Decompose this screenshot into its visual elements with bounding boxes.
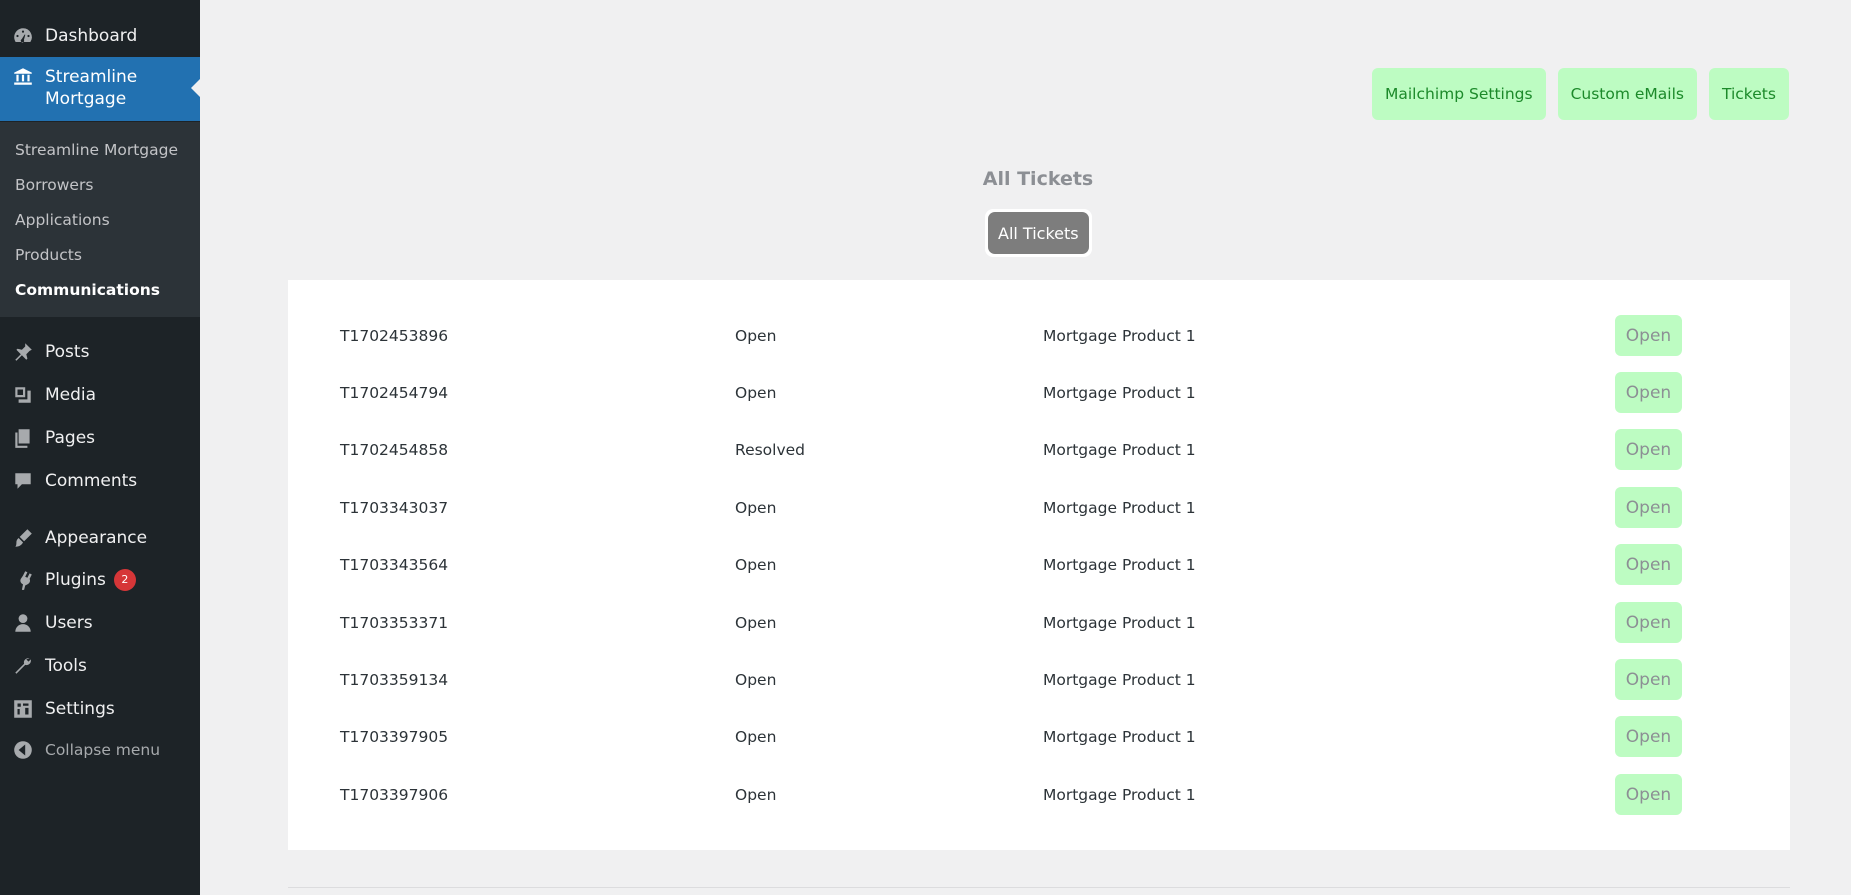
comment-icon — [0, 470, 45, 492]
mailchimp-settings-button[interactable]: Mailchimp Settings — [1372, 68, 1546, 120]
ticket-id: T1703343037 — [340, 498, 449, 517]
ticket-product: Mortgage Product 1 — [1043, 498, 1196, 517]
custom-emails-button[interactable]: Custom eMails — [1557, 68, 1697, 120]
submenu-item-applications[interactable]: Applications — [0, 202, 200, 237]
settings-icon — [0, 698, 45, 720]
table-row: T1703397905 Open Mortgage Product 1 Open — [288, 708, 1790, 765]
ticket-status: Open — [735, 326, 777, 345]
section-divider — [288, 887, 1790, 888]
open-ticket-button[interactable]: Open — [1615, 487, 1682, 528]
current-menu-pointer — [191, 79, 200, 97]
page-title: All Tickets — [982, 168, 1094, 190]
ticket-product: Mortgage Product 1 — [1043, 383, 1196, 402]
pages-icon — [0, 427, 45, 449]
open-ticket-button[interactable]: Open — [1615, 659, 1682, 700]
ticket-id: T1702454858 — [340, 440, 449, 459]
submenu-item-products[interactable]: Products — [0, 237, 200, 272]
media-icon — [0, 384, 45, 406]
bank-icon — [0, 66, 45, 88]
ticket-product: Mortgage Product 1 — [1043, 555, 1196, 574]
table-row: T1703353371 Open Mortgage Product 1 Open — [288, 594, 1790, 651]
ticket-id: T1702454794 — [340, 383, 449, 402]
ticket-id: T1703397906 — [340, 785, 449, 804]
dashboard-icon — [0, 25, 45, 47]
menu-label-dashboard: Dashboard — [45, 26, 138, 46]
ticket-product: Mortgage Product 1 — [1043, 785, 1196, 804]
table-row: T1703397906 Open Mortgage Product 1 Open — [288, 766, 1790, 823]
ticket-filter-group: All Tickets — [985, 209, 1092, 257]
menu-label-comments: Comments — [45, 471, 138, 491]
menu-label-pages: Pages — [45, 428, 96, 448]
plugins-update-badge: 2 — [113, 569, 136, 591]
menu-label-collapse: Collapse menu — [45, 741, 161, 759]
ticket-product: Mortgage Product 1 — [1043, 727, 1196, 746]
table-row: T1703359134 Open Mortgage Product 1 Open — [288, 651, 1790, 708]
menu-item-users[interactable]: Users — [0, 603, 200, 643]
open-ticket-button[interactable]: Open — [1615, 315, 1682, 356]
menu-label-settings: Settings — [45, 699, 115, 719]
wrench-icon — [0, 655, 45, 677]
open-ticket-button[interactable]: Open — [1615, 544, 1682, 585]
menu-item-settings[interactable]: Settings — [0, 689, 200, 729]
menu-item-dashboard[interactable]: Dashboard — [0, 16, 200, 56]
open-ticket-button[interactable]: Open — [1615, 716, 1682, 757]
collapse-arrow-icon — [0, 739, 45, 761]
table-row: T1703343564 Open Mortgage Product 1 Open — [288, 536, 1790, 593]
menu-label-tools: Tools — [45, 656, 87, 676]
open-ticket-button[interactable]: Open — [1615, 429, 1682, 470]
ticket-id: T1702453896 — [340, 326, 449, 345]
paintbrush-icon — [0, 527, 45, 549]
menu-item-comments[interactable]: Comments — [0, 461, 200, 501]
ticket-status: Open — [735, 383, 777, 402]
tickets-table: T1702453896 Open Mortgage Product 1 Open… — [288, 280, 1790, 850]
ticket-product: Mortgage Product 1 — [1043, 440, 1196, 459]
menu-label-users: Users — [45, 613, 93, 633]
plugin-icon — [0, 569, 45, 591]
ticket-product: Mortgage Product 1 — [1043, 326, 1196, 345]
user-icon — [0, 612, 45, 634]
table-row: T1702454794 Open Mortgage Product 1 Open — [288, 364, 1790, 421]
admin-sidebar: Dashboard Streamline Mortgage Streamline… — [0, 0, 200, 895]
pushpin-icon — [0, 341, 45, 363]
menu-label-media: Media — [45, 385, 97, 405]
top-action-buttons: Mailchimp Settings Custom eMails Tickets — [1372, 68, 1789, 120]
submenu-item-borrowers[interactable]: Borrowers — [0, 167, 200, 202]
ticket-id: T1703353371 — [340, 613, 449, 632]
collapse-menu-button[interactable]: Collapse menu — [0, 730, 200, 770]
ticket-status: Open — [735, 498, 777, 517]
ticket-product: Mortgage Product 1 — [1043, 670, 1196, 689]
open-ticket-button[interactable]: Open — [1615, 602, 1682, 643]
table-row: T1702453896 Open Mortgage Product 1 Open — [288, 307, 1790, 364]
table-row: T1703343037 Open Mortgage Product 1 Open — [288, 479, 1790, 536]
menu-item-plugins[interactable]: Plugins 2 — [0, 560, 200, 600]
streamline-submenu: Streamline Mortgage Borrowers Applicatio… — [0, 122, 200, 317]
menu-item-posts[interactable]: Posts — [0, 332, 200, 372]
menu-item-tools[interactable]: Tools — [0, 646, 200, 686]
ticket-status: Open — [735, 670, 777, 689]
open-ticket-button[interactable]: Open — [1615, 372, 1682, 413]
ticket-status: Resolved — [735, 440, 806, 459]
menu-item-appearance[interactable]: Appearance — [0, 518, 200, 558]
table-row: T1702454858 Resolved Mortgage Product 1 … — [288, 421, 1790, 478]
menu-item-media[interactable]: Media — [0, 375, 200, 415]
ticket-product: Mortgage Product 1 — [1043, 613, 1196, 632]
ticket-id: T1703397905 — [340, 727, 449, 746]
menu-item-pages[interactable]: Pages — [0, 418, 200, 458]
menu-label-posts: Posts — [45, 342, 90, 362]
ticket-id: T1703343564 — [340, 555, 449, 574]
menu-label-streamline-mortgage: Streamline Mortgage — [45, 67, 138, 109]
menu-item-streamline-mortgage[interactable]: Streamline Mortgage — [0, 57, 200, 121]
ticket-status: Open — [735, 785, 777, 804]
ticket-id: T1703359134 — [340, 670, 449, 689]
tickets-button[interactable]: Tickets — [1708, 68, 1789, 120]
ticket-status: Open — [735, 727, 777, 746]
ticket-status: Open — [735, 555, 777, 574]
menu-label-appearance: Appearance — [45, 528, 148, 548]
submenu-item-communications[interactable]: Communications — [0, 272, 200, 307]
all-tickets-filter-button[interactable]: All Tickets — [988, 212, 1089, 254]
ticket-status: Open — [735, 613, 777, 632]
menu-label-plugins: Plugins — [45, 570, 106, 590]
submenu-item-streamline-mortgage[interactable]: Streamline Mortgage — [0, 132, 200, 167]
open-ticket-button[interactable]: Open — [1615, 774, 1682, 815]
